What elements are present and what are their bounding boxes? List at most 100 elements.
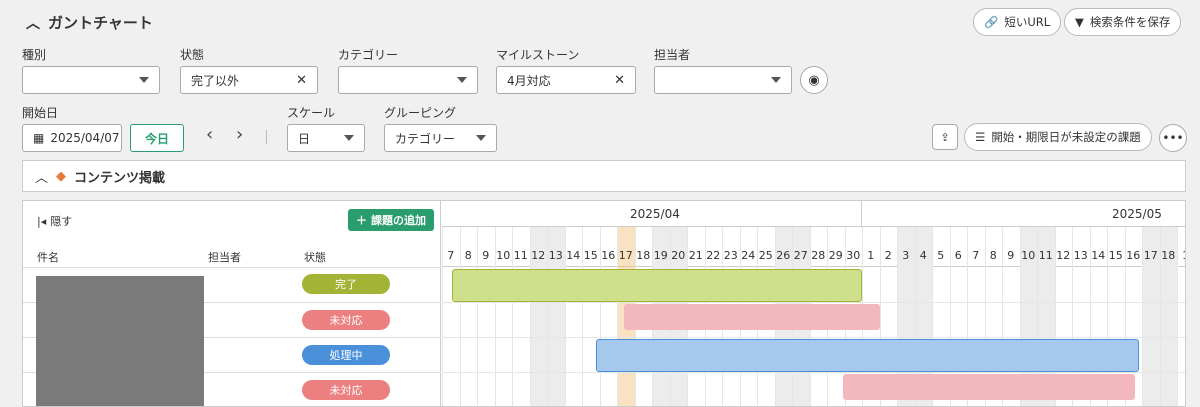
gantt-grid: |◂ 隠す ＋ 課題の追加 件名 担当者 状態 完了 未対応 処理中 未対応 2… — [22, 200, 1186, 407]
divider — [266, 130, 267, 144]
day-label: 8 — [464, 249, 472, 262]
col-assignee-header: 担当者 — [208, 251, 241, 264]
day-label: 23 — [723, 249, 738, 262]
chevron-up-icon[interactable]: ︿ — [26, 13, 40, 33]
row-divider — [442, 337, 1185, 338]
category-label: カテゴリー — [338, 48, 399, 62]
day-label: 9 — [1007, 249, 1015, 262]
unset-issues-button[interactable]: ☰ 開始・期限日が未設定の課題 — [964, 123, 1152, 151]
gantt-timeline: 2025/04 2025/05 7 8 9 10 11 12 13 14 15 16 17 18 19 2… — [442, 201, 1185, 406]
status-badge: 未対応 — [302, 310, 390, 330]
scale-select[interactable]: 日 — [287, 124, 365, 152]
gantt-bar[interactable] — [624, 304, 880, 330]
scale-value: 日 — [298, 131, 311, 146]
link-icon: 🔗 — [984, 15, 999, 29]
day-label: 9 — [482, 249, 490, 262]
day-label: 4 — [919, 249, 927, 262]
hide-label: 隠す — [50, 215, 73, 228]
day-label: 26 — [776, 249, 791, 262]
day-label: 17 — [1143, 249, 1158, 262]
day-label: 13 — [548, 249, 563, 262]
day-label: 27 — [793, 249, 808, 262]
upload-icon: ⇪ — [940, 130, 950, 144]
day-label: 18 — [1161, 249, 1176, 262]
group-title: コンテンツ掲載 — [74, 170, 166, 186]
chevron-down-icon — [476, 135, 486, 141]
user-icon: ◉ — [808, 72, 820, 88]
save-search-button[interactable]: ▼ 検索条件を保存 — [1064, 8, 1182, 36]
redacted-area — [36, 276, 204, 406]
day-label: 15 — [583, 249, 598, 262]
start-date-label: 開始日 — [22, 106, 59, 120]
day-label: 29 — [828, 249, 843, 262]
clear-icon[interactable]: ✕ — [296, 73, 307, 88]
today-button[interactable]: 今日 — [130, 124, 184, 152]
collapse-left-icon: |◂ — [37, 214, 47, 228]
category-select[interactable] — [338, 66, 478, 94]
chevron-down-icon — [139, 77, 149, 83]
day-label: 17 — [618, 249, 633, 262]
milestone-label: マイルストーン — [496, 48, 580, 62]
day-label: 21 — [688, 249, 703, 262]
day-label: 11 — [513, 249, 528, 262]
day-label: 24 — [741, 249, 756, 262]
milestone-value: 4月対応 — [507, 73, 551, 88]
short-url-label: 短いURL — [1004, 15, 1051, 29]
assign-me-button[interactable]: ◉ — [800, 66, 828, 94]
start-date-value: 2025/04/07 — [50, 131, 120, 145]
status-select[interactable]: 完了以外 ✕ — [180, 66, 318, 94]
day-label: 16 — [601, 249, 616, 262]
hide-button[interactable]: |◂ 隠す — [37, 213, 72, 229]
day-label: 15 — [1108, 249, 1123, 262]
col-status-header: 状態 — [304, 251, 326, 264]
tag-icon: ◆ — [56, 168, 67, 184]
status-label: 状態 — [180, 48, 205, 62]
day-label: 14 — [566, 249, 581, 262]
start-date-input[interactable]: ▦ 2025/04/07 — [22, 124, 122, 152]
chevron-up-icon[interactable]: ︿ — [35, 167, 48, 186]
list-icon: ☰ — [975, 130, 986, 144]
day-label: 7 — [447, 249, 455, 262]
day-label: 18 — [636, 249, 651, 262]
day-label: 10 — [496, 249, 511, 262]
month-label: 2025/05 — [1112, 207, 1162, 221]
day-label: 10 — [1021, 249, 1036, 262]
export-button[interactable]: ⇪ — [932, 124, 958, 150]
kind-label: 種別 — [22, 48, 47, 62]
gantt-bar[interactable] — [596, 339, 1139, 372]
chevron-right-icon[interactable]: › — [236, 124, 243, 145]
day-label: 11 — [1038, 249, 1053, 262]
chevron-left-icon[interactable]: ‹ — [206, 124, 213, 145]
day-label: 28 — [811, 249, 826, 262]
clear-icon[interactable]: ✕ — [614, 73, 625, 88]
gantt-bar[interactable] — [842, 374, 1135, 400]
page-title-area: ︿ ガントチャート — [26, 12, 153, 33]
milestone-select[interactable]: 4月対応 ✕ — [496, 66, 636, 94]
day-label: 16 — [1126, 249, 1141, 262]
day-label: 1 — [867, 249, 875, 262]
day-label: 3 — [902, 249, 910, 262]
more-button[interactable]: ••• — [1159, 124, 1187, 152]
kind-select[interactable] — [22, 66, 160, 94]
chevron-down-icon — [457, 77, 467, 83]
row-divider — [442, 302, 1185, 303]
status-badge: 処理中 — [302, 345, 390, 365]
status-badge: 未対応 — [302, 380, 390, 400]
status-value: 完了以外 — [191, 73, 240, 88]
chevron-down-icon — [344, 135, 354, 141]
grouping-label: グルーピング — [384, 106, 457, 120]
category-group-header[interactable]: ︿ ◆ コンテンツ掲載 — [22, 160, 1186, 192]
month-divider — [861, 201, 862, 226]
add-issue-label: 課題の追加 — [371, 214, 426, 227]
day-label: 20 — [671, 249, 686, 262]
add-issue-button[interactable]: ＋ 課題の追加 — [348, 209, 434, 231]
scale-label: スケール — [287, 106, 336, 120]
more-icon: ••• — [1162, 131, 1184, 145]
short-url-button[interactable]: 🔗 短いURL — [973, 8, 1062, 36]
gantt-bar[interactable] — [451, 269, 862, 302]
assignee-select[interactable] — [654, 66, 792, 94]
grouping-select[interactable]: カテゴリー — [384, 124, 497, 152]
grouping-value: カテゴリー — [395, 131, 456, 146]
day-label: 1 — [1177, 249, 1185, 262]
day-label: 30 — [846, 249, 861, 262]
